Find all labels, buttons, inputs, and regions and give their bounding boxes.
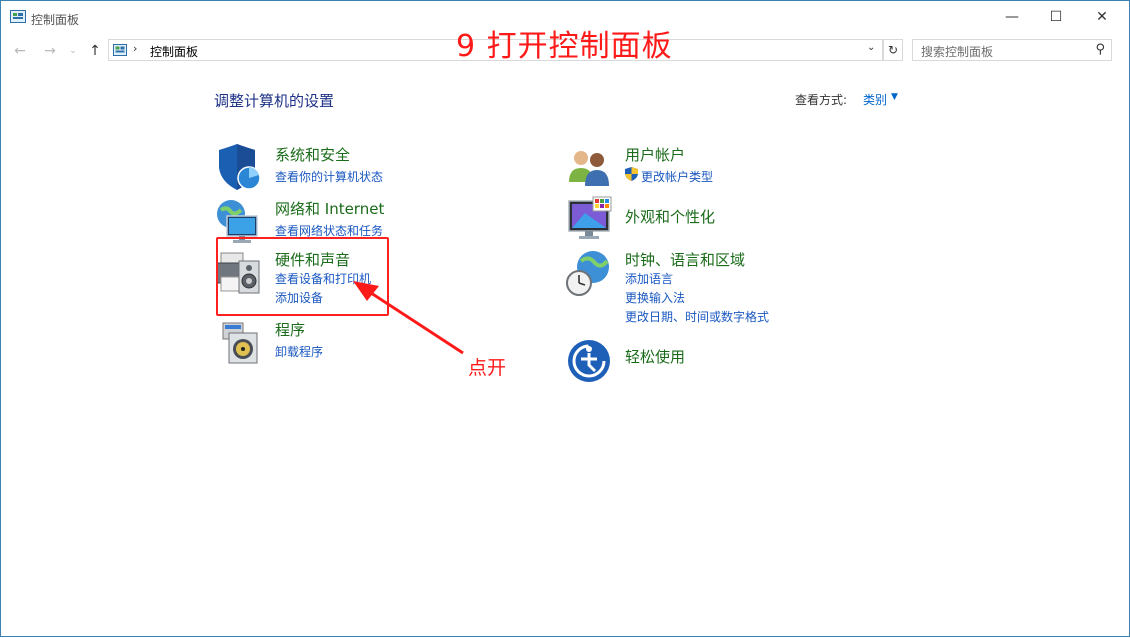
close-button[interactable]: ✕ (1079, 1, 1125, 33)
search-icon[interactable]: ⚲ (1095, 42, 1105, 57)
refresh-button[interactable]: ↻ (883, 39, 903, 61)
category-title[interactable]: 用户帐户 (625, 144, 685, 165)
category-title[interactable]: 时钟、语言和区域 (625, 249, 745, 270)
address-dropdown-button[interactable]: ⌄ (867, 42, 875, 53)
chevron-down-icon[interactable]: ▼ (891, 92, 898, 102)
up-button[interactable]: ↑ (86, 41, 104, 61)
view-by-label: 查看方式: (795, 93, 848, 107)
page-title: 调整计算机的设置 (214, 92, 335, 110)
window-title: 控制面板 (31, 13, 80, 27)
uninstall-program-link[interactable]: 卸载程序 (275, 343, 323, 360)
category-title[interactable]: 轻松使用 (625, 346, 685, 367)
search-placeholder: 搜索控制面板 (921, 45, 994, 59)
category-title[interactable]: 网络和 Internet (275, 198, 384, 219)
highlight-box (216, 237, 389, 316)
clock-globe-icon[interactable] (565, 249, 613, 297)
breadcrumb[interactable]: 控制面板 (150, 43, 198, 60)
forward-button[interactable]: → (41, 41, 59, 61)
step-annotation: 9 打开控制面板 (456, 29, 673, 64)
change-input-method-link[interactable]: 更换输入法 (625, 289, 685, 306)
programs-disc-icon[interactable] (215, 319, 263, 367)
breadcrumb-separator[interactable]: › (133, 42, 137, 55)
category-title[interactable]: 外观和个性化 (625, 206, 715, 227)
view-by-dropdown[interactable]: 类别 (863, 91, 887, 108)
recent-locations-button[interactable]: ⌄ (64, 41, 82, 61)
uac-shield-icon (625, 167, 638, 181)
maximize-button[interactable]: ☐ (1033, 1, 1079, 33)
control-panel-icon (113, 44, 127, 56)
shield-icon[interactable] (215, 144, 263, 192)
monitor-palette-icon[interactable] (565, 195, 613, 243)
users-icon[interactable] (565, 144, 613, 192)
back-button[interactable]: ← (11, 41, 29, 61)
annotation-arrow (353, 281, 464, 355)
category-title[interactable]: 系统和安全 (275, 144, 350, 165)
search-input[interactable]: 搜索控制面板 ⚲ (912, 39, 1112, 61)
add-language-link[interactable]: 添加语言 (625, 270, 673, 287)
ease-of-access-icon[interactable] (565, 335, 613, 383)
category-link[interactable]: 查看你的计算机状态 (275, 168, 383, 185)
control-panel-icon (10, 10, 26, 23)
click-hint-annotation: 点开 (468, 357, 507, 379)
category-title[interactable]: 程序 (275, 319, 305, 340)
change-date-time-format-link[interactable]: 更改日期、时间或数字格式 (625, 308, 769, 325)
minimize-button[interactable]: — (989, 1, 1035, 33)
control-panel-window: 控制面板 — ☐ ✕ ← → ⌄ ↑ › 控制面板 ⌄ ↻ 搜索控制面板 ⚲ 调… (0, 0, 1130, 637)
change-account-type-link[interactable]: 更改帐户类型 (641, 168, 713, 185)
